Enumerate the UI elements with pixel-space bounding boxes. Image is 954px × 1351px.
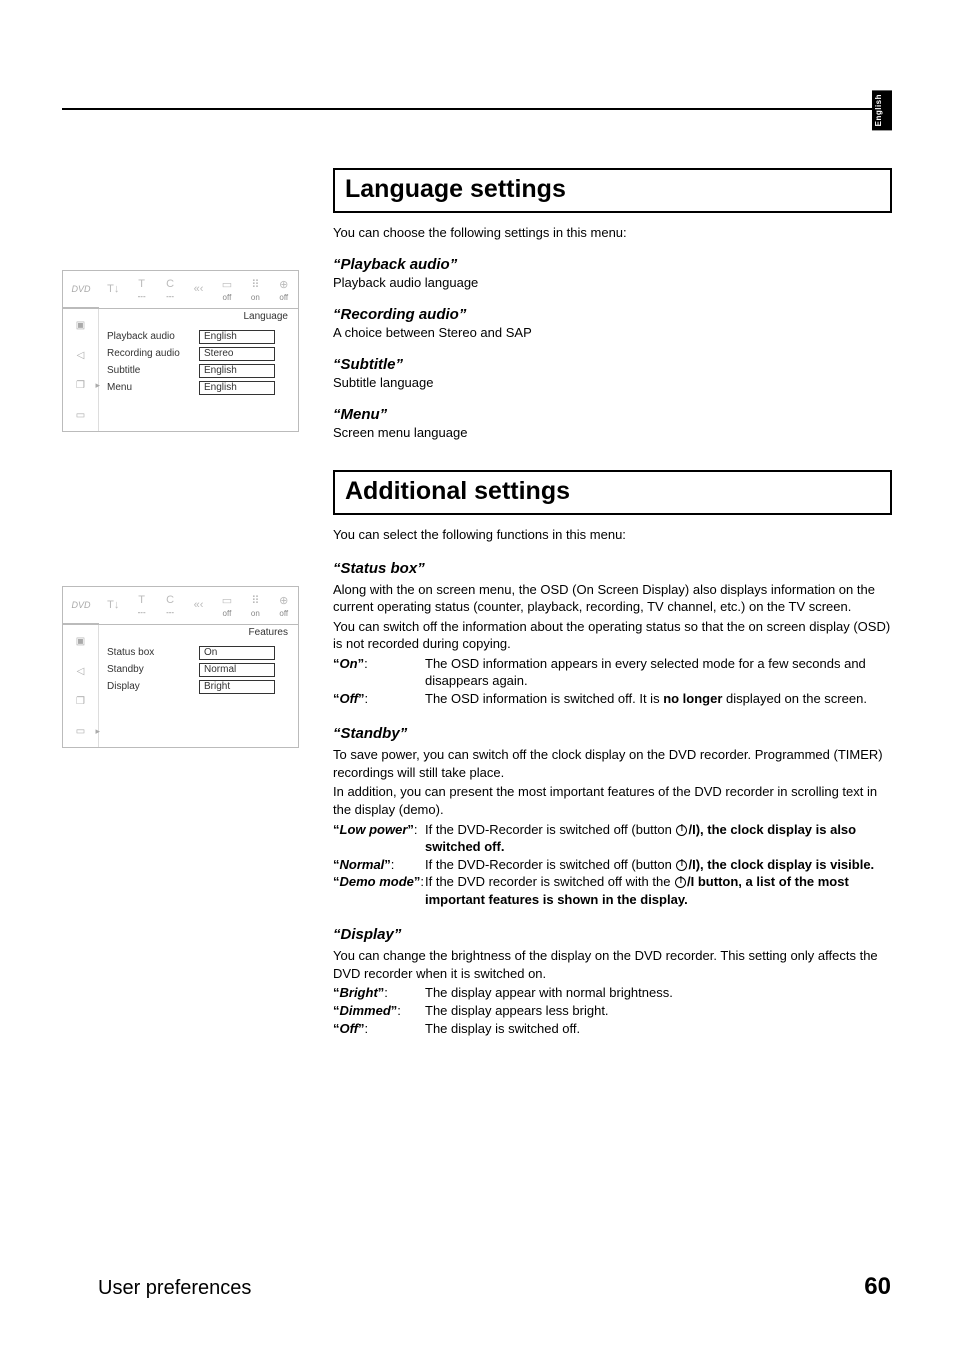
subtitle-icon: ▭ (222, 594, 232, 607)
zoom-icon: ⊕ (279, 278, 288, 291)
def-term: Demo mode: (333, 873, 425, 908)
subhead-display: Display (333, 926, 892, 943)
def-term: Bright: (333, 984, 425, 1002)
audio-icon: «‹ (194, 283, 204, 295)
def-definition: The OSD information is switched off. It … (425, 690, 892, 708)
osd-row-label: Status box (107, 647, 199, 658)
def-term: On: (333, 655, 425, 690)
section-title-additional: Additional settings (333, 470, 892, 515)
language-icon: ❐ (74, 695, 88, 707)
osd-row-label: Standby (107, 664, 199, 675)
osd-category-label: Features (249, 627, 288, 638)
subhead-playback-audio: Playback audio (333, 256, 892, 273)
desc-text: Screen menu language (333, 425, 892, 442)
osd-row-value: English (199, 364, 275, 378)
def-definition: The OSD information appears in every sel… (425, 655, 892, 690)
language-tab: English (872, 90, 892, 130)
subhead-standby: Standby (333, 725, 892, 742)
para-text: In addition, you can present the most im… (333, 783, 892, 818)
subhead-status-box: Status box (333, 560, 892, 577)
sound-icon: ◁ (74, 349, 88, 361)
text-icon: T (138, 594, 145, 606)
osd-category-label: Language (244, 311, 289, 322)
osd-row-value: English (199, 381, 275, 395)
osd-row-label: Playback audio (107, 331, 199, 342)
osd-row-label: Menu (107, 382, 199, 393)
page-number: 60 (864, 1273, 891, 1301)
subhead-subtitle: Subtitle (333, 356, 892, 373)
title-icon: T↓ (107, 599, 119, 611)
power-icon (676, 825, 687, 836)
sound-icon: ◁ (74, 665, 88, 677)
def-term: Off: (333, 690, 425, 708)
desc-text: A choice between Stereo and SAP (333, 325, 892, 342)
osd-row-value: English (199, 330, 275, 344)
def-definition: If the DVD recorder is switched off with… (425, 873, 892, 908)
section-intro: You can choose the following settings in… (333, 225, 892, 240)
osd-logo: DVD (63, 271, 99, 308)
para-text: Along with the on screen menu, the OSD (… (333, 581, 892, 616)
features-icon: ▭ (74, 725, 88, 737)
def-term: Normal: (333, 856, 425, 874)
def-definition: The display appear with normal brightnes… (425, 984, 892, 1002)
picture-icon: ▣ (74, 319, 88, 331)
language-icon: ❐ (74, 379, 88, 391)
def-term: Low power: (333, 821, 425, 856)
osd-row-value: On (199, 646, 275, 660)
subhead-recording-audio: Recording audio (333, 306, 892, 323)
osd-row-value: Bright (199, 680, 275, 694)
text-icon: T (138, 278, 145, 290)
zoom-icon: ⊕ (279, 594, 288, 607)
osd-features-menu: DVD T↓ T--- C--- «‹ ▭off ⠿on ⊕off ▣ ◁ ❐ (62, 586, 299, 748)
desc-text: Subtitle language (333, 375, 892, 392)
section-intro: You can select the following functions i… (333, 527, 892, 542)
section-title-language: Language settings (333, 168, 892, 213)
osd-language-menu: DVD T↓ T--- C--- «‹ ▭off ⠿on ⊕off ▣ ◁ ❐ (62, 270, 299, 432)
def-term: Off: (333, 1020, 425, 1038)
osd-row-label: Recording audio (107, 348, 199, 359)
title-icon: T↓ (107, 283, 119, 295)
def-definition: The display appears less bright. (425, 1002, 892, 1020)
para-text: You can change the brightness of the dis… (333, 947, 892, 982)
chapter-icon: C (166, 594, 174, 606)
def-definition: The display is switched off. (425, 1020, 892, 1038)
angle-icon: ⠿ (251, 278, 259, 291)
para-text: You can switch off the information about… (333, 618, 892, 653)
features-icon: ▭ (74, 409, 88, 421)
audio-icon: «‹ (194, 599, 204, 611)
power-icon (676, 860, 687, 871)
desc-text: Playback audio language (333, 275, 892, 292)
angle-icon: ⠿ (251, 594, 259, 607)
chapter-icon: C (166, 278, 174, 290)
power-icon (675, 877, 686, 888)
def-definition: If the DVD-Recorder is switched off (but… (425, 821, 892, 856)
subtitle-icon: ▭ (222, 278, 232, 291)
footer-title: User preferences (98, 1277, 251, 1300)
para-text: To save power, you can switch off the cl… (333, 746, 892, 781)
osd-row-value: Normal (199, 663, 275, 677)
picture-icon: ▣ (74, 635, 88, 647)
osd-row-label: Display (107, 681, 199, 692)
subhead-menu: Menu (333, 406, 892, 423)
osd-row-value: Stereo (199, 347, 275, 361)
osd-row-label: Subtitle (107, 365, 199, 376)
def-term: Dimmed: (333, 1002, 425, 1020)
def-definition: If the DVD-Recorder is switched off (but… (425, 856, 892, 874)
osd-logo: DVD (63, 587, 99, 624)
